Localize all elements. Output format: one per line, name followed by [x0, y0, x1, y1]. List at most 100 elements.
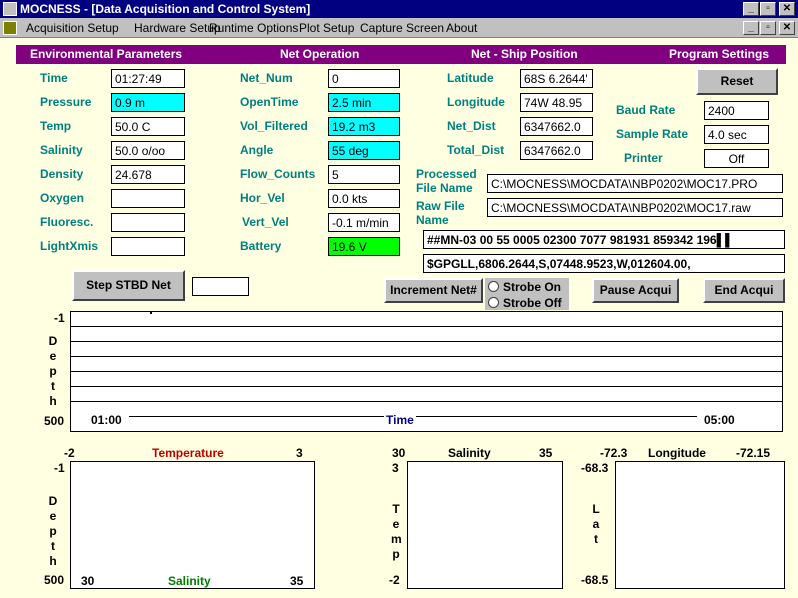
net-vertvel-value: -0.1 m/min — [328, 213, 400, 232]
depth-plot-ymax: 500 — [44, 414, 65, 428]
net-label: Angle — [240, 143, 274, 157]
doc-close-button[interactable]: ✕ — [779, 21, 795, 35]
net-label: Net_Num — [240, 71, 293, 85]
menu-plot-setup[interactable]: Plot Setup — [299, 21, 354, 35]
reset-button[interactable]: Reset — [696, 68, 778, 95]
net-dist-value: 6347662.0 — [520, 117, 593, 136]
strobe-on-label: Strobe On — [503, 280, 562, 294]
doc-maximize-button[interactable]: ▫ — [760, 21, 776, 35]
ll-xmax: -72.15 — [736, 446, 771, 460]
grid-line — [71, 356, 782, 357]
maximize-button[interactable]: ▫ — [760, 2, 776, 16]
minimize-button[interactable]: _ — [743, 2, 759, 16]
temp-depth-plot: 30 Salinity 35 — [70, 461, 315, 589]
end-acqui-button[interactable]: End Acqui — [703, 278, 785, 303]
lat-lon-plot — [615, 461, 785, 589]
temp-xmin: -2 — [64, 446, 75, 460]
section-net-operation: Net Operation — [280, 47, 360, 61]
depth-plot-ylabel: Depth — [48, 334, 58, 408]
env-label: Oxygen — [40, 191, 85, 205]
strobe-off-radio[interactable]: Strobe Off — [488, 296, 562, 310]
ts-xmax: 35 — [539, 446, 553, 460]
grid-line — [71, 326, 782, 327]
printer-value[interactable]: Off — [704, 149, 769, 168]
env-label: LightXmis — [40, 239, 99, 253]
net-label: OpenTime — [240, 95, 299, 109]
raw-data-line-1-text: ##MN-03 00 55 0005 02300 7077 981931 859… — [427, 233, 717, 247]
menu-bar: Acquisition Setup Hardware Setup Runtime… — [0, 18, 798, 38]
sample-rate-value[interactable]: 4.0 sec — [704, 125, 769, 144]
baud-rate-label: Baud Rate — [616, 103, 676, 117]
raw-data-line-2: $GPGLL,6806.2644,S,07448.9523,W,012604.0… — [423, 254, 785, 273]
ts-ymax: -2 — [389, 573, 400, 587]
raw-data-line-1-tail: ▌▌ — [716, 233, 734, 247]
pause-acqui-button[interactable]: Pause Acqui — [592, 278, 679, 303]
env-label: Fluoresc. — [40, 215, 94, 229]
time-end-label: 05:00 — [704, 413, 735, 427]
section-header: Environmental Parameters Net Operation N… — [16, 45, 786, 64]
raw-file-value: C:\MOCNESS\MOCDATA\NBP0202\MOC17.raw — [487, 198, 783, 217]
sal-x2max: 35 — [290, 574, 304, 588]
doc-minimize-button[interactable]: _ — [743, 21, 759, 35]
env-label: Time — [40, 71, 68, 85]
net-vol-value: 19.2 m3 — [328, 117, 400, 136]
temp-ylabel: Depth — [48, 494, 58, 568]
ts-ylabel: Temp — [391, 502, 402, 561]
close-button[interactable]: ✕ — [779, 2, 795, 16]
depth-time-plot: 01:00 Time 05:00 — [70, 311, 783, 432]
title-bar: MOCNESS - [Data Acquisition and Control … — [0, 0, 798, 18]
grid-line — [71, 371, 782, 372]
ll-ymax: -68.5 — [581, 573, 609, 587]
temp-salinity-plot — [407, 461, 563, 589]
app-icon — [3, 2, 17, 16]
latitude-value: 68S 6.2644' — [520, 69, 593, 88]
ll-ymin: -68.3 — [581, 461, 609, 475]
env-oxygen-value — [111, 189, 185, 208]
menu-hardware-setup[interactable]: Hardware Setup — [134, 21, 221, 35]
sal-x2min: 30 — [81, 574, 95, 588]
radio-circle-icon — [488, 281, 499, 292]
ll-ylabel: Lat — [592, 502, 600, 546]
sample-rate-label: Sample Rate — [616, 127, 689, 141]
pos-label: Latitude — [447, 71, 494, 85]
radio-circle-icon — [488, 297, 499, 308]
section-program-settings: Program Settings — [669, 47, 770, 61]
env-label: Salinity — [40, 143, 83, 157]
step-stbd-net-button[interactable]: Step STBD Net — [72, 270, 185, 301]
menu-capture-screen[interactable]: Capture Screen — [360, 21, 444, 35]
printer-label: Printer — [624, 151, 663, 165]
env-density-value: 24.678 — [111, 165, 185, 184]
net-label: Hor_Vel — [240, 191, 285, 205]
menu-acquisition-setup[interactable]: Acquisition Setup — [26, 21, 119, 35]
raw-file-label: Raw File Name — [416, 199, 465, 227]
raw-data-line-1: ##MN-03 00 55 0005 02300 7077 981931 859… — [423, 230, 785, 249]
temp-xlabel: Temperature — [152, 446, 224, 460]
baud-rate-value[interactable]: 2400 — [704, 101, 769, 120]
menu-about[interactable]: About — [446, 21, 477, 35]
processed-file-label: Processed File Name — [416, 167, 477, 195]
menu-runtime-options[interactable]: Runtime Options — [209, 21, 298, 35]
step-net-field[interactable] — [192, 277, 249, 296]
net-flow-value: 5 — [328, 165, 400, 184]
grid-line — [71, 386, 782, 387]
env-fluoresc-value — [111, 213, 185, 232]
pos-label: Longitude — [447, 95, 505, 109]
temp-xmax: 3 — [296, 446, 303, 460]
net-horvel-value: 0.0 kts — [328, 189, 400, 208]
section-net-ship-position: Net - Ship Position — [471, 47, 578, 61]
increment-net-button[interactable]: Increment Net# — [384, 278, 483, 303]
depth-plot-ymin: -1 — [54, 311, 65, 325]
strobe-off-label: Strobe Off — [503, 296, 562, 310]
net-label: Flow_Counts — [240, 167, 316, 181]
pos-label: Net_Dist — [447, 119, 496, 133]
ts-xlabel: Salinity — [448, 446, 491, 460]
net-angle-value: 55 deg — [328, 141, 400, 160]
env-pressure-value: 0.9 m — [111, 93, 185, 112]
strobe-on-radio[interactable]: Strobe On — [488, 280, 561, 294]
env-label: Density — [40, 167, 84, 181]
doc-icon — [3, 21, 17, 35]
sal-x2label: Salinity — [168, 574, 211, 588]
env-label: Temp — [40, 119, 72, 133]
grid-line — [71, 341, 782, 342]
time-axis-label: Time — [384, 413, 416, 427]
